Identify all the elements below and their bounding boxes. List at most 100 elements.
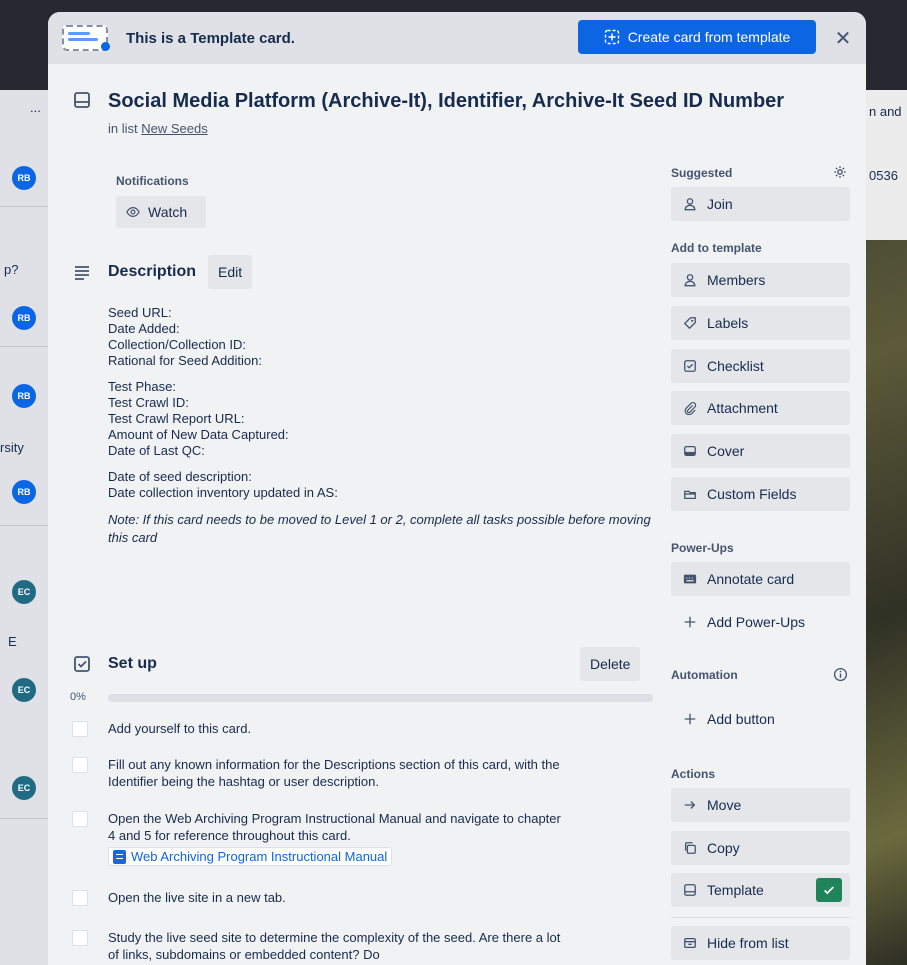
- banner-title: This is a Template card.: [126, 29, 295, 47]
- board-divider: [0, 346, 48, 347]
- delete-label: Delete: [590, 656, 631, 672]
- watch-label: Watch: [148, 204, 188, 220]
- checklist-item[interactable]: Open the live site in a new tab.: [70, 889, 660, 913]
- archive-icon: [684, 937, 696, 949]
- template-check-icon[interactable]: [816, 878, 842, 902]
- checkbox[interactable]: [72, 721, 88, 737]
- annotate-icon: [683, 574, 697, 584]
- copy-button[interactable]: Copy: [671, 831, 850, 865]
- checklist-item-text[interactable]: Fill out any known information for the D…: [108, 756, 568, 790]
- add-to-template-label: Add to template: [671, 241, 762, 255]
- labels-label: Labels: [707, 315, 749, 331]
- checklist-item-text[interactable]: Open the Web Archiving Program Instructi…: [108, 810, 568, 844]
- cover-button[interactable]: Cover: [671, 434, 850, 468]
- avatar[interactable]: EC: [12, 776, 36, 800]
- annotate-label: Annotate card: [707, 571, 795, 587]
- move-button[interactable]: Move: [671, 788, 850, 822]
- checklist-item[interactable]: Fill out any known information for the D…: [70, 756, 660, 796]
- checkbox[interactable]: [72, 757, 88, 773]
- board-left-text: rsity: [0, 440, 24, 455]
- add-button-label: Add button: [707, 711, 775, 727]
- board-divider: [0, 525, 48, 526]
- avatar[interactable]: EC: [12, 678, 36, 702]
- checkbox[interactable]: [72, 890, 88, 906]
- board-divider: [0, 818, 48, 819]
- board-left-text: p?: [4, 262, 19, 277]
- watch-button[interactable]: Watch: [116, 196, 206, 228]
- avatar[interactable]: RB: [12, 306, 36, 330]
- desc-line: Date collection inventory updated in AS:: [108, 485, 338, 500]
- actions-label: Actions: [671, 767, 716, 781]
- in-list-text: in list New Seeds: [108, 121, 208, 136]
- board-divider: [0, 206, 48, 207]
- list-name-link[interactable]: New Seeds: [141, 121, 207, 136]
- checklist-item[interactable]: Open the Web Archiving Program Instructi…: [70, 810, 660, 874]
- checklist-item[interactable]: Add yourself to this card.: [70, 720, 660, 744]
- template-icon: [684, 884, 696, 896]
- template-card-icon: [62, 23, 112, 53]
- checklist-button[interactable]: Checklist: [671, 349, 850, 383]
- cover-icon: [684, 445, 696, 457]
- annotate-card-button[interactable]: Annotate card: [671, 562, 850, 596]
- checklist-title: Set up: [108, 655, 157, 672]
- avatar[interactable]: RB: [12, 384, 36, 408]
- checklist-item[interactable]: Study the live seed site to determine th…: [70, 929, 660, 965]
- suggested-label: Suggested: [671, 166, 733, 180]
- checklist-label: Checklist: [707, 358, 764, 374]
- avatar[interactable]: RB: [12, 480, 36, 504]
- board-left-text: ...: [30, 100, 41, 115]
- attachment-label: Attachment: [707, 400, 778, 416]
- manual-link[interactable]: Web Archiving Program Instructional Manu…: [108, 847, 393, 866]
- cover-label: Cover: [707, 443, 745, 459]
- hide-from-list-label: Hide from list: [707, 935, 789, 951]
- attachment-button[interactable]: Attachment: [671, 391, 850, 425]
- checkbox[interactable]: [72, 811, 88, 827]
- copy-icon: [684, 842, 696, 854]
- person-icon: [684, 198, 696, 211]
- desc-line: Rational for Seed Addition:: [108, 353, 262, 368]
- members-button[interactable]: Members: [671, 263, 850, 297]
- labels-button[interactable]: Labels: [671, 306, 850, 340]
- in-list-prefix: in list: [108, 121, 138, 136]
- desc-line: Date of Last QC:: [108, 443, 205, 458]
- join-button[interactable]: Join: [671, 187, 850, 221]
- avatar[interactable]: EC: [12, 580, 36, 604]
- desc-note: Note: If this card needs to be moved to …: [108, 512, 651, 545]
- move-label: Move: [707, 797, 742, 813]
- eye-icon: [126, 207, 140, 217]
- description-title: Description: [108, 263, 197, 280]
- create-card-label: Create card from template: [627, 29, 791, 45]
- automation-label: Automation: [671, 668, 738, 682]
- checklist-item-text[interactable]: Study the live seed site to determine th…: [108, 929, 568, 963]
- checklist-progress-bar: [108, 694, 653, 702]
- description-body[interactable]: Seed URL: Date Added: Collection/Collect…: [108, 305, 668, 547]
- delete-checklist-button[interactable]: Delete: [580, 647, 641, 681]
- desc-line: Date Added:: [108, 321, 180, 336]
- hide-from-list-button[interactable]: Hide from list: [671, 926, 850, 960]
- add-power-ups-label: Add Power-Ups: [707, 614, 806, 630]
- copy-label: Copy: [707, 840, 740, 856]
- add-power-ups-button[interactable]: Add Power-Ups: [671, 605, 850, 639]
- checklist-icon: [74, 656, 90, 672]
- custom-fields-button[interactable]: Custom Fields: [671, 477, 850, 511]
- gear-icon[interactable]: [833, 165, 847, 179]
- card-title[interactable]: Social Media Platform (Archive-It), Iden…: [108, 90, 784, 113]
- card-icon: [74, 92, 90, 108]
- close-icon[interactable]: ✕: [829, 24, 857, 52]
- desc-line: Date of seed description:: [108, 469, 252, 484]
- create-card-from-template-button[interactable]: Create card from template: [578, 20, 816, 54]
- paperclip-icon: [684, 401, 697, 415]
- avatar[interactable]: RB: [12, 166, 36, 190]
- checklist-icon: [684, 360, 696, 372]
- edit-label: Edit: [218, 264, 243, 280]
- template-label: Template: [707, 882, 764, 898]
- checkbox[interactable]: [72, 930, 88, 946]
- info-icon[interactable]: [833, 667, 848, 682]
- add-button-button[interactable]: Add button: [671, 702, 850, 736]
- checklist-item-text[interactable]: Add yourself to this card.: [108, 720, 568, 737]
- edit-description-button[interactable]: Edit: [208, 255, 253, 289]
- custom-fields-label: Custom Fields: [707, 486, 797, 502]
- create-card-icon: [604, 29, 619, 45]
- checklist-item-text[interactable]: Open the live site in a new tab.: [108, 889, 568, 906]
- power-ups-label: Power-Ups: [671, 541, 734, 555]
